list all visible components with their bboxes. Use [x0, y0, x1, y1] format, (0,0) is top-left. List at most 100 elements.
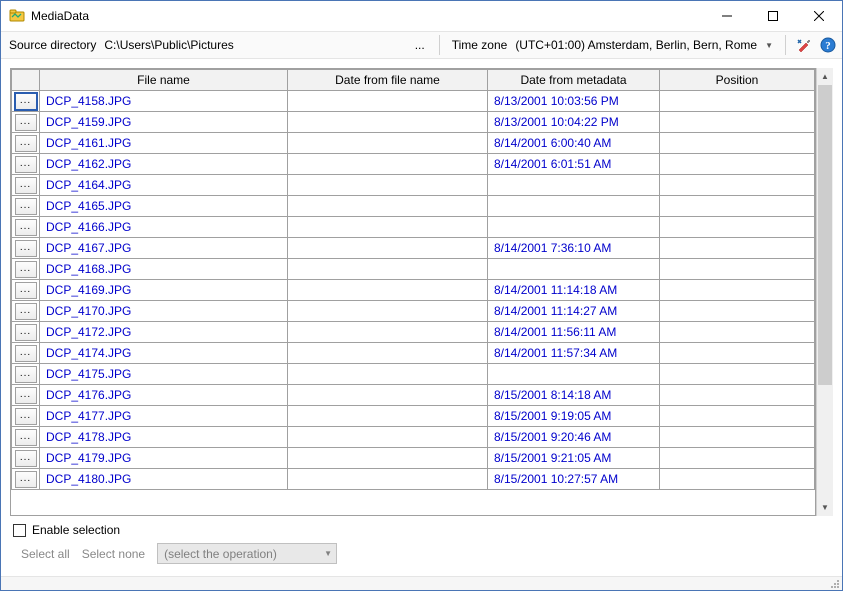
cell-date-from-filename[interactable] [288, 154, 488, 175]
col-header-filename[interactable]: File name [40, 70, 288, 91]
row-options-button[interactable]: ... [12, 280, 40, 301]
cell-date-from-metadata[interactable]: 8/14/2001 11:56:11 AM [488, 322, 660, 343]
select-all-link[interactable]: Select all [21, 547, 70, 561]
cell-position[interactable] [660, 406, 815, 427]
minimize-button[interactable] [704, 1, 750, 31]
cell-date-from-filename[interactable] [288, 301, 488, 322]
cell-date-from-metadata[interactable]: 8/14/2001 6:00:40 AM [488, 133, 660, 154]
row-options-button[interactable]: ... [12, 196, 40, 217]
enable-selection-checkbox[interactable] [13, 524, 26, 537]
row-options-button[interactable]: ... [12, 469, 40, 490]
cell-filename[interactable]: DCP_4169.JPG [40, 280, 288, 301]
cell-date-from-filename[interactable] [288, 385, 488, 406]
cell-date-from-metadata[interactable]: 8/13/2001 10:04:22 PM [488, 112, 660, 133]
scroll-track[interactable] [817, 85, 833, 499]
cell-position[interactable] [660, 196, 815, 217]
cell-date-from-filename[interactable] [288, 448, 488, 469]
cell-filename[interactable]: DCP_4170.JPG [40, 301, 288, 322]
cell-position[interactable] [660, 301, 815, 322]
cell-date-from-filename[interactable] [288, 280, 488, 301]
cell-date-from-metadata[interactable]: 8/15/2001 9:19:05 AM [488, 406, 660, 427]
cell-date-from-metadata[interactable]: 8/15/2001 9:20:46 AM [488, 427, 660, 448]
cell-position[interactable] [660, 322, 815, 343]
cell-filename[interactable]: DCP_4178.JPG [40, 427, 288, 448]
row-options-button[interactable]: ... [12, 175, 40, 196]
scroll-thumb[interactable] [818, 85, 832, 385]
cell-date-from-metadata[interactable]: 8/15/2001 8:14:18 AM [488, 385, 660, 406]
cell-position[interactable] [660, 385, 815, 406]
cell-date-from-filename[interactable] [288, 196, 488, 217]
cell-filename[interactable]: DCP_4180.JPG [40, 469, 288, 490]
cell-date-from-metadata[interactable]: 8/14/2001 6:01:51 AM [488, 154, 660, 175]
table-row[interactable]: ...DCP_4172.JPG8/14/2001 11:56:11 AM [12, 322, 815, 343]
table-row[interactable]: ...DCP_4178.JPG 8/15/2001 9:20:46 AM [12, 427, 815, 448]
cell-filename[interactable]: DCP_4165.JPG [40, 196, 288, 217]
cell-position[interactable] [660, 133, 815, 154]
cell-filename[interactable]: DCP_4162.JPG [40, 154, 288, 175]
cell-date-from-filename[interactable] [288, 112, 488, 133]
cell-position[interactable] [660, 154, 815, 175]
table-row[interactable]: ...DCP_4179.JPG8/15/2001 9:21:05 AM [12, 448, 815, 469]
table-row[interactable]: ...DCP_4177.JPG8/15/2001 9:19:05 AM [12, 406, 815, 427]
cell-date-from-metadata[interactable] [488, 259, 660, 280]
tools-icon[interactable] [794, 35, 814, 55]
table-row[interactable]: ...DCP_4168.JPG [12, 259, 815, 280]
cell-date-from-metadata[interactable]: 8/14/2001 11:14:27 AM [488, 301, 660, 322]
cell-filename[interactable]: DCP_4159.JPG [40, 112, 288, 133]
row-options-button[interactable]: ... [12, 301, 40, 322]
table-row[interactable]: ...DCP_4166.JPG [12, 217, 815, 238]
cell-position[interactable] [660, 238, 815, 259]
col-header-date-from-metadata[interactable]: Date from metadata [488, 70, 660, 91]
data-grid[interactable]: File name Date from file name Date from … [10, 68, 816, 516]
table-row[interactable]: ...DCP_4176.JPG8/15/2001 8:14:18 AM [12, 385, 815, 406]
row-options-button[interactable]: ... [12, 343, 40, 364]
col-header-date-from-filename[interactable]: Date from file name [288, 70, 488, 91]
cell-position[interactable] [660, 91, 815, 112]
vertical-scrollbar[interactable]: ▲ ▼ [816, 68, 833, 516]
cell-date-from-metadata[interactable]: 8/15/2001 10:27:57 AM [488, 469, 660, 490]
cell-date-from-metadata[interactable] [488, 196, 660, 217]
table-row[interactable]: ...DCP_4169.JPG 8/14/2001 11:14:18 AM [12, 280, 815, 301]
cell-filename[interactable]: DCP_4161.JPG [40, 133, 288, 154]
browse-directory-button[interactable]: ... [409, 35, 431, 55]
table-row[interactable]: ...DCP_4165.JPG [12, 196, 815, 217]
row-options-button[interactable]: ... [12, 448, 40, 469]
cell-filename[interactable]: DCP_4166.JPG [40, 217, 288, 238]
cell-filename[interactable]: DCP_4172.JPG [40, 322, 288, 343]
cell-position[interactable] [660, 175, 815, 196]
cell-position[interactable] [660, 280, 815, 301]
row-options-button[interactable]: ... [12, 406, 40, 427]
cell-filename[interactable]: DCP_4175.JPG [40, 364, 288, 385]
cell-date-from-metadata[interactable]: 8/14/2001 11:57:34 AM [488, 343, 660, 364]
row-options-button[interactable]: ... [12, 154, 40, 175]
cell-date-from-filename[interactable] [288, 175, 488, 196]
cell-date-from-filename[interactable] [288, 469, 488, 490]
cell-filename[interactable]: DCP_4167.JPG [40, 238, 288, 259]
row-options-button[interactable]: ... [12, 133, 40, 154]
cell-position[interactable] [660, 448, 815, 469]
cell-date-from-filename[interactable] [288, 238, 488, 259]
cell-position[interactable] [660, 217, 815, 238]
table-row[interactable]: ...DCP_4164.JPG [12, 175, 815, 196]
cell-date-from-metadata[interactable] [488, 217, 660, 238]
row-options-button[interactable]: ... [12, 259, 40, 280]
cell-date-from-filename[interactable] [288, 217, 488, 238]
col-header-row-button[interactable] [12, 70, 40, 91]
table-row[interactable]: ...DCP_4167.JPG8/14/2001 7:36:10 AM [12, 238, 815, 259]
row-options-button[interactable]: ... [12, 385, 40, 406]
cell-date-from-filename[interactable] [288, 364, 488, 385]
row-options-button[interactable]: ... [12, 427, 40, 448]
cell-position[interactable] [660, 427, 815, 448]
close-button[interactable] [796, 1, 842, 31]
table-row[interactable]: ...DCP_4161.JPG 8/14/2001 6:00:40 AM [12, 133, 815, 154]
cell-date-from-metadata[interactable]: 8/14/2001 11:14:18 AM [488, 280, 660, 301]
cell-date-from-filename[interactable] [288, 322, 488, 343]
table-row[interactable]: ...DCP_4159.JPG 8/13/2001 10:04:22 PM [12, 112, 815, 133]
cell-date-from-filename[interactable] [288, 259, 488, 280]
row-options-button[interactable]: ... [12, 217, 40, 238]
row-options-button[interactable]: ... [12, 112, 40, 133]
cell-date-from-filename[interactable] [288, 427, 488, 448]
cell-position[interactable] [660, 112, 815, 133]
table-row[interactable]: ...DCP_4162.JPG 8/14/2001 6:01:51 AM [12, 154, 815, 175]
table-row[interactable]: ...DCP_4174.JPG8/14/2001 11:57:34 AM [12, 343, 815, 364]
